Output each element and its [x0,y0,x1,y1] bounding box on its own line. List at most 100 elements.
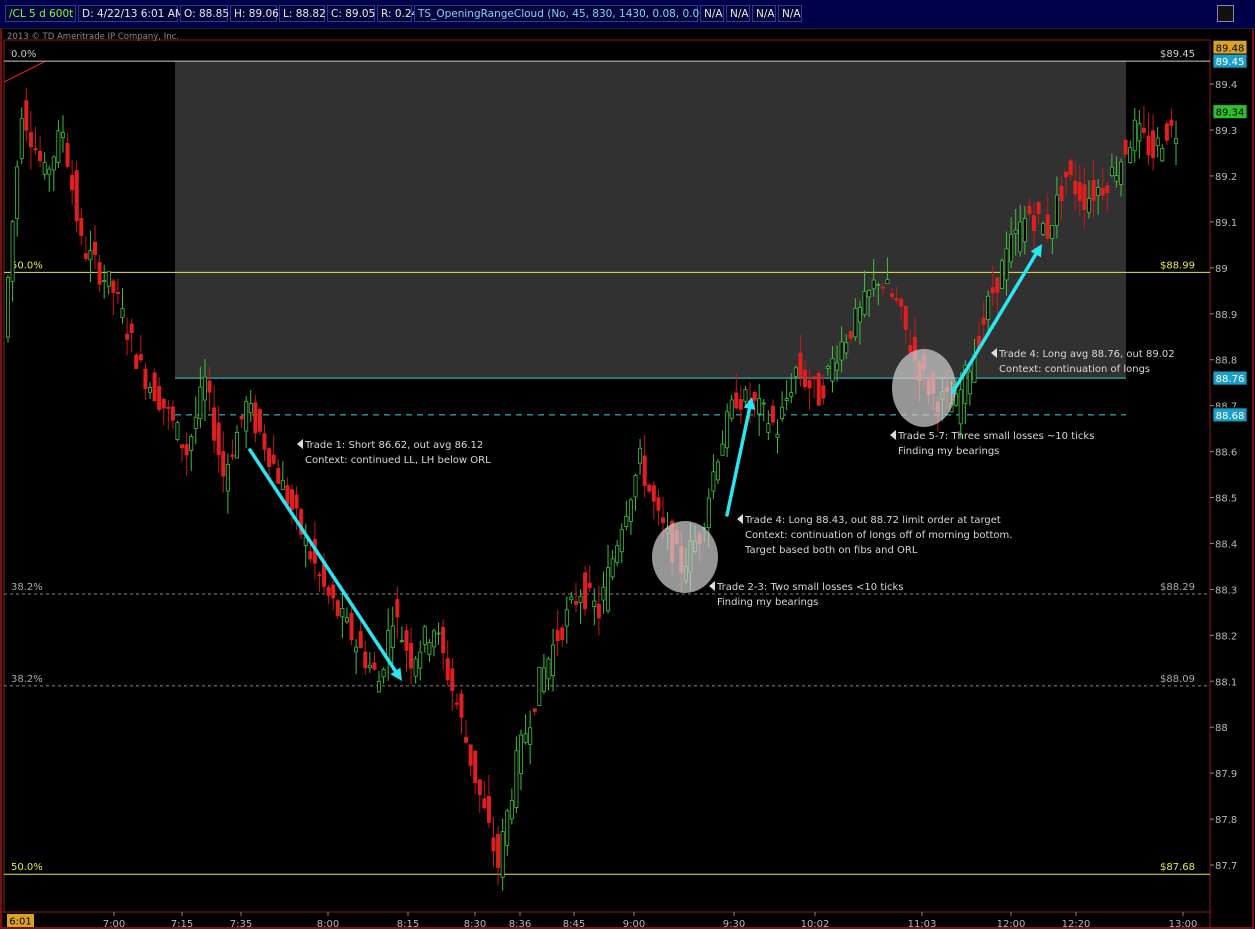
candle-body [587,582,592,588]
price-tick-label: 89.1 [1215,218,1237,229]
candle-body [207,380,212,393]
candle-body [464,736,469,743]
candle-body [871,279,876,290]
candle-body [184,444,189,456]
study-field[interactable]: TS_OpeningRangeCloud (No, 45, 830, 1430,… [414,5,723,22]
candle-body [230,454,235,457]
candle-body [857,307,862,323]
candle-body [189,436,194,451]
candle-body [734,392,739,409]
symbol-field[interactable]: /CL 5 d 600t [5,5,76,22]
candle-body [1155,137,1160,147]
candle-body [216,422,221,455]
low-field: L: 88.82 [279,5,326,22]
candle-body [166,407,171,409]
candle-body [1022,218,1027,243]
candle-body [395,599,400,618]
candle-body [1009,233,1014,263]
candle-body [1054,194,1059,227]
candle-body [725,411,730,449]
price-badge-label: 88.76 [1216,374,1245,385]
time-tick-label: 11:03 [908,919,937,929]
candle-body [431,630,436,648]
time-tick-label: 8:45 [563,919,585,929]
candle-body [1151,130,1156,159]
candle-body [358,631,363,648]
candle-body [596,603,601,619]
candle-body [377,681,382,693]
candle-body [138,354,143,361]
trade-cluster-circle [652,521,718,593]
candle-body [812,376,817,380]
price-tick-label: 88.9 [1215,310,1237,321]
candle-body [1114,175,1119,182]
chart-settings-icon[interactable] [1217,5,1234,22]
candle-body [1064,171,1069,178]
candle-body [19,118,24,160]
price-tick-label: 88.1 [1215,677,1237,688]
annotation-line-1: Trade 4: Long 88.43, out 88.72 limit ord… [744,515,1001,526]
candle-body [134,354,139,370]
candle-body [74,170,79,222]
annotation-line-1: Trade 5-7: Three small losses ~10 ticks [897,431,1094,442]
annotation-line-1: Trade 2-3: Two small losses <10 ticks [716,582,904,593]
candle-body [986,295,991,320]
candle-body [496,833,501,868]
candle-body [202,376,207,401]
candle-body [821,385,826,399]
fib-left-label: 50.0% [11,260,43,271]
candle-body [880,286,885,289]
candle-body [28,132,33,148]
annotation-line-2: Finding my bearings [717,597,818,608]
price-tick-label: 88.3 [1215,585,1237,596]
candle-body [404,630,409,651]
candle-body [331,584,336,599]
candle-body [354,646,359,653]
annotation-line-2: Context: continuation of longs off of mo… [745,530,1012,541]
candle-body [363,651,368,669]
candle-body [867,290,872,298]
candle-body [326,586,331,596]
price-tick-label: 89.2 [1215,172,1237,183]
price-tick-label: 89.3 [1215,126,1237,137]
fib-right-label: $88.29 [1160,582,1195,593]
na-field-4: N/A [778,5,802,22]
candle-body [1174,138,1179,144]
candle-body [262,433,267,450]
price-badge-label: 89.45 [1216,57,1245,68]
candle-body [500,831,505,878]
candle-body [308,551,313,560]
candle-body [147,387,152,393]
candle-body [175,422,180,440]
candle-body [555,629,560,642]
candle-body [706,497,711,528]
candle-body [24,100,29,131]
candle-body [784,398,789,401]
high-field: H: 89.06 [230,5,279,22]
annotation-line-2: Context: continuation of longs [999,364,1150,375]
candle-body [876,284,881,287]
fib-left-label: 0.0% [11,49,36,60]
candle-body [1132,119,1137,152]
candle-body [79,217,84,236]
candle-body [766,423,771,433]
candle-body [715,461,720,481]
candle-body [528,727,533,745]
time-tick-label: 12:20 [1062,919,1091,929]
candle-body [47,168,52,175]
candle-body [853,308,858,338]
candle-body [390,625,395,648]
price-tick-label: 88.2 [1215,631,1237,642]
na-field-2: N/A [726,5,750,22]
candle-body [761,402,766,405]
candle-body [1073,180,1078,195]
price-chart[interactable]: 0.0% $89.45 50.0% $88.99 38.2% $88.29 38.2% $88… [0,0,1255,929]
candle-body [51,156,56,171]
candle-body [885,279,890,284]
candle-body [340,607,345,618]
candle-body [624,516,629,527]
candle-body [839,341,844,361]
candle-body [372,662,377,670]
time-tick-label: 7:35 [230,919,252,929]
price-tick-label: 88.4 [1215,539,1237,550]
